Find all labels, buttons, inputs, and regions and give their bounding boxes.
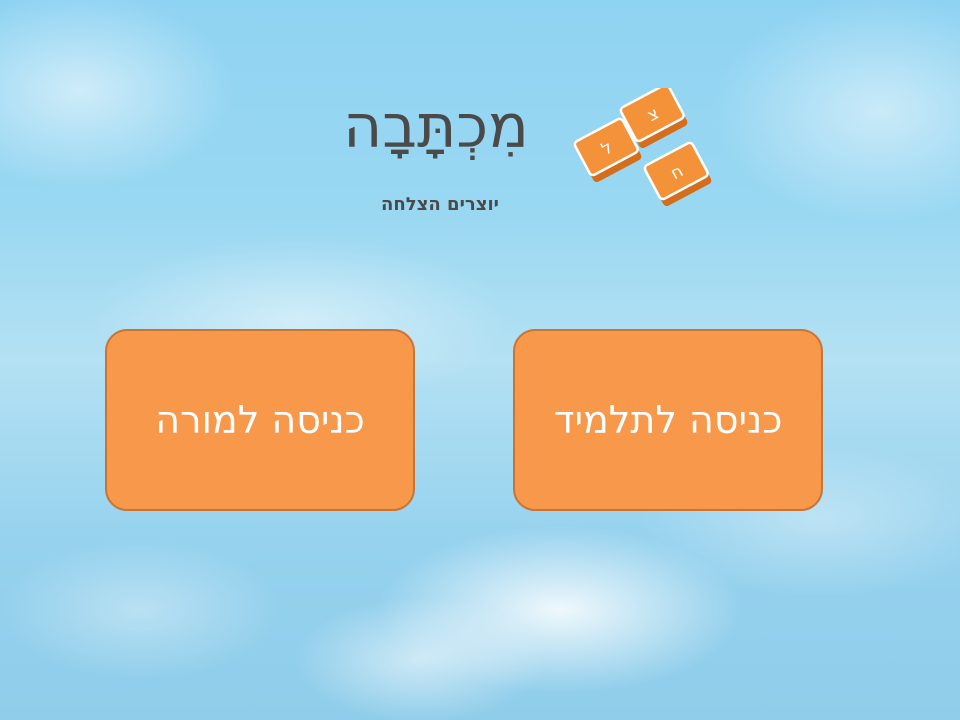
app-logo: מִכְתָּבָה יוצרים הצלחה צ ל ח bbox=[300, 88, 730, 223]
teacher-login-button[interactable]: כניסה למורה bbox=[105, 329, 415, 511]
logo-wordmark: מִכְתָּבָה bbox=[343, 92, 529, 162]
teacher-login-label: כניסה למורה bbox=[155, 398, 365, 442]
student-login-button[interactable]: כניסה לתלמיד bbox=[513, 329, 823, 511]
letter-blocks-icon: צ ל ח bbox=[573, 88, 712, 207]
student-login-label: כניסה לתלמיד bbox=[553, 398, 783, 442]
logo-tagline: יוצרים הצלחה bbox=[381, 194, 499, 215]
